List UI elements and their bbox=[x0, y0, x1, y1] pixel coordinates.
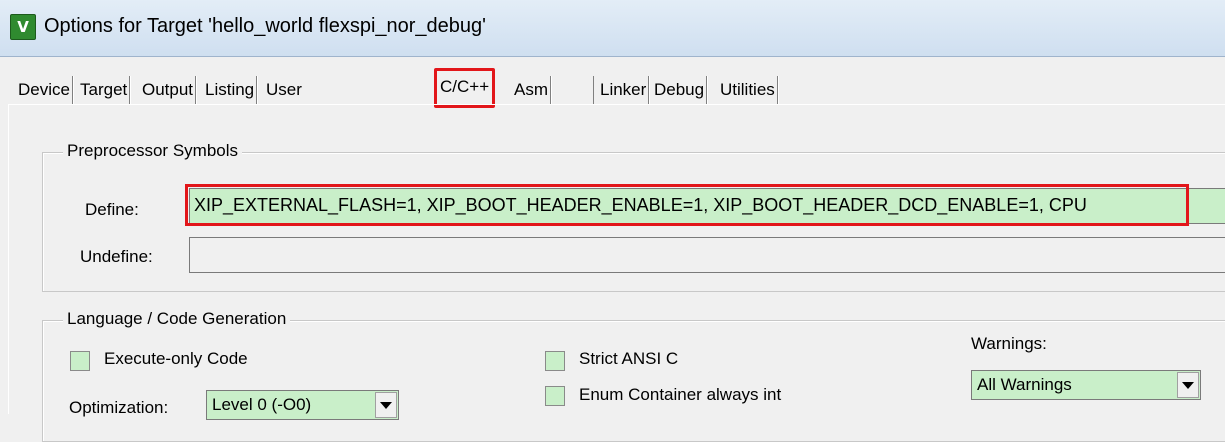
warnings-label: Warnings: bbox=[971, 334, 1047, 353]
preprocessor-group-label: Preprocessor Symbols bbox=[63, 141, 243, 161]
optimization-label: Optimization: bbox=[69, 398, 169, 417]
tab-strip: Device Target Output Listing User C/C++ … bbox=[8, 63, 1225, 108]
optimization-value: Level 0 (-O0) bbox=[212, 395, 312, 414]
language-group-label: Language / Code Generation bbox=[63, 309, 291, 329]
execute-only-checkbox[interactable] bbox=[70, 351, 90, 371]
define-input[interactable]: XIP_EXTERNAL_FLASH=1, XIP_BOOT_HEADER_EN… bbox=[189, 188, 1225, 224]
tab-asm[interactable]: Asm bbox=[512, 76, 551, 104]
c-cpp-panel: Preprocessor Symbols Define: XIP_EXTERNA… bbox=[8, 105, 1225, 442]
undefine-label: Undefine: bbox=[80, 247, 153, 266]
tab-target[interactable]: Target bbox=[78, 76, 131, 104]
warnings-value: All Warnings bbox=[977, 375, 1072, 394]
optimization-select[interactable]: Level 0 (-O0) bbox=[206, 390, 399, 420]
tab-listing[interactable]: Listing bbox=[203, 76, 258, 104]
strict-ansi-checkbox[interactable] bbox=[545, 351, 565, 371]
tab-debug[interactable]: Debug bbox=[652, 76, 708, 104]
define-label: Define: bbox=[85, 200, 139, 219]
tab-user[interactable]: User bbox=[264, 76, 304, 104]
tab-device[interactable]: Device bbox=[16, 76, 73, 104]
tab-c-cpp[interactable]: C/C++ bbox=[434, 68, 496, 108]
tab-output[interactable]: Output bbox=[140, 76, 197, 104]
dropdown-arrow-icon[interactable] bbox=[1177, 372, 1199, 398]
strict-ansi-label[interactable]: Strict ANSI C bbox=[579, 349, 678, 369]
options-dialog: Device Target Output Listing User C/C++ … bbox=[8, 63, 1225, 442]
app-icon: V bbox=[10, 14, 36, 40]
dropdown-arrow-icon[interactable] bbox=[375, 392, 397, 418]
tab-utilities[interactable]: Utilities bbox=[718, 76, 778, 104]
execute-only-label[interactable]: Execute-only Code bbox=[104, 349, 248, 369]
window-title: Options for Target 'hello_world flexspi_… bbox=[44, 15, 486, 37]
undefine-input[interactable] bbox=[189, 237, 1225, 273]
tab-linker[interactable]: Linker bbox=[593, 76, 650, 104]
title-bar: V Options for Target 'hello_world flexsp… bbox=[0, 0, 1225, 57]
enum-container-checkbox[interactable] bbox=[545, 386, 565, 406]
warnings-select[interactable]: All Warnings bbox=[971, 370, 1201, 400]
enum-container-label[interactable]: Enum Container always int bbox=[579, 385, 781, 405]
